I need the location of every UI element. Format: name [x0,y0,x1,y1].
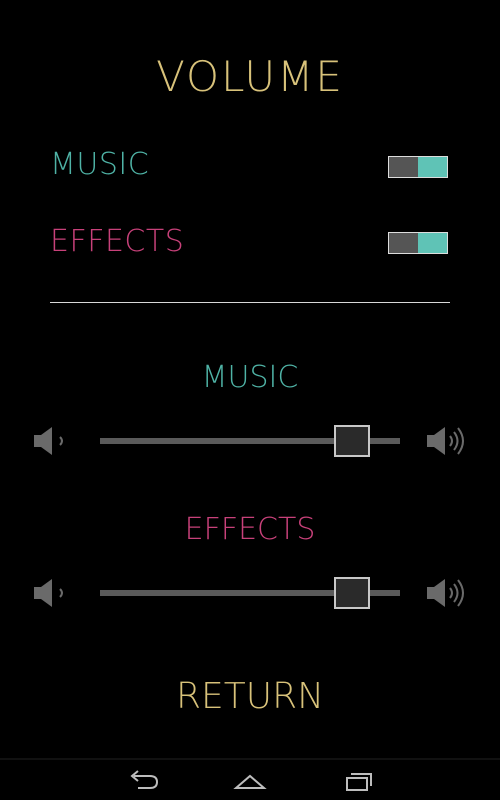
volume-screen: VOLUME MUSIC EFFECTS MUSIC EFFECTS RETUR… [0,0,500,800]
speaker-high-icon [427,579,464,607]
effects-toggle-label: EFFECTS [50,224,185,259]
section-divider [50,302,450,303]
page-title: VOLUME [156,52,344,101]
return-button[interactable]: RETURN [0,676,500,717]
effects-volume-thumb[interactable] [334,577,370,609]
back-icon[interactable] [124,768,164,794]
recents-icon[interactable] [338,768,378,794]
music-toggle-label: MUSIC [50,147,150,182]
music-slider-title: MUSIC [201,360,299,395]
effects-slider-title: EFFECTS [184,512,316,547]
music-toggle-knob [418,157,447,177]
speaker-low-icon [34,579,63,607]
home-icon[interactable] [230,768,270,794]
effects-toggle[interactable] [388,232,448,254]
system-nav-bar [0,758,500,800]
music-volume-thumb[interactable] [334,425,370,457]
music-toggle[interactable] [388,156,448,178]
speaker-high-icon [427,427,464,455]
effects-toggle-knob [418,233,447,253]
speaker-low-icon [34,427,63,455]
